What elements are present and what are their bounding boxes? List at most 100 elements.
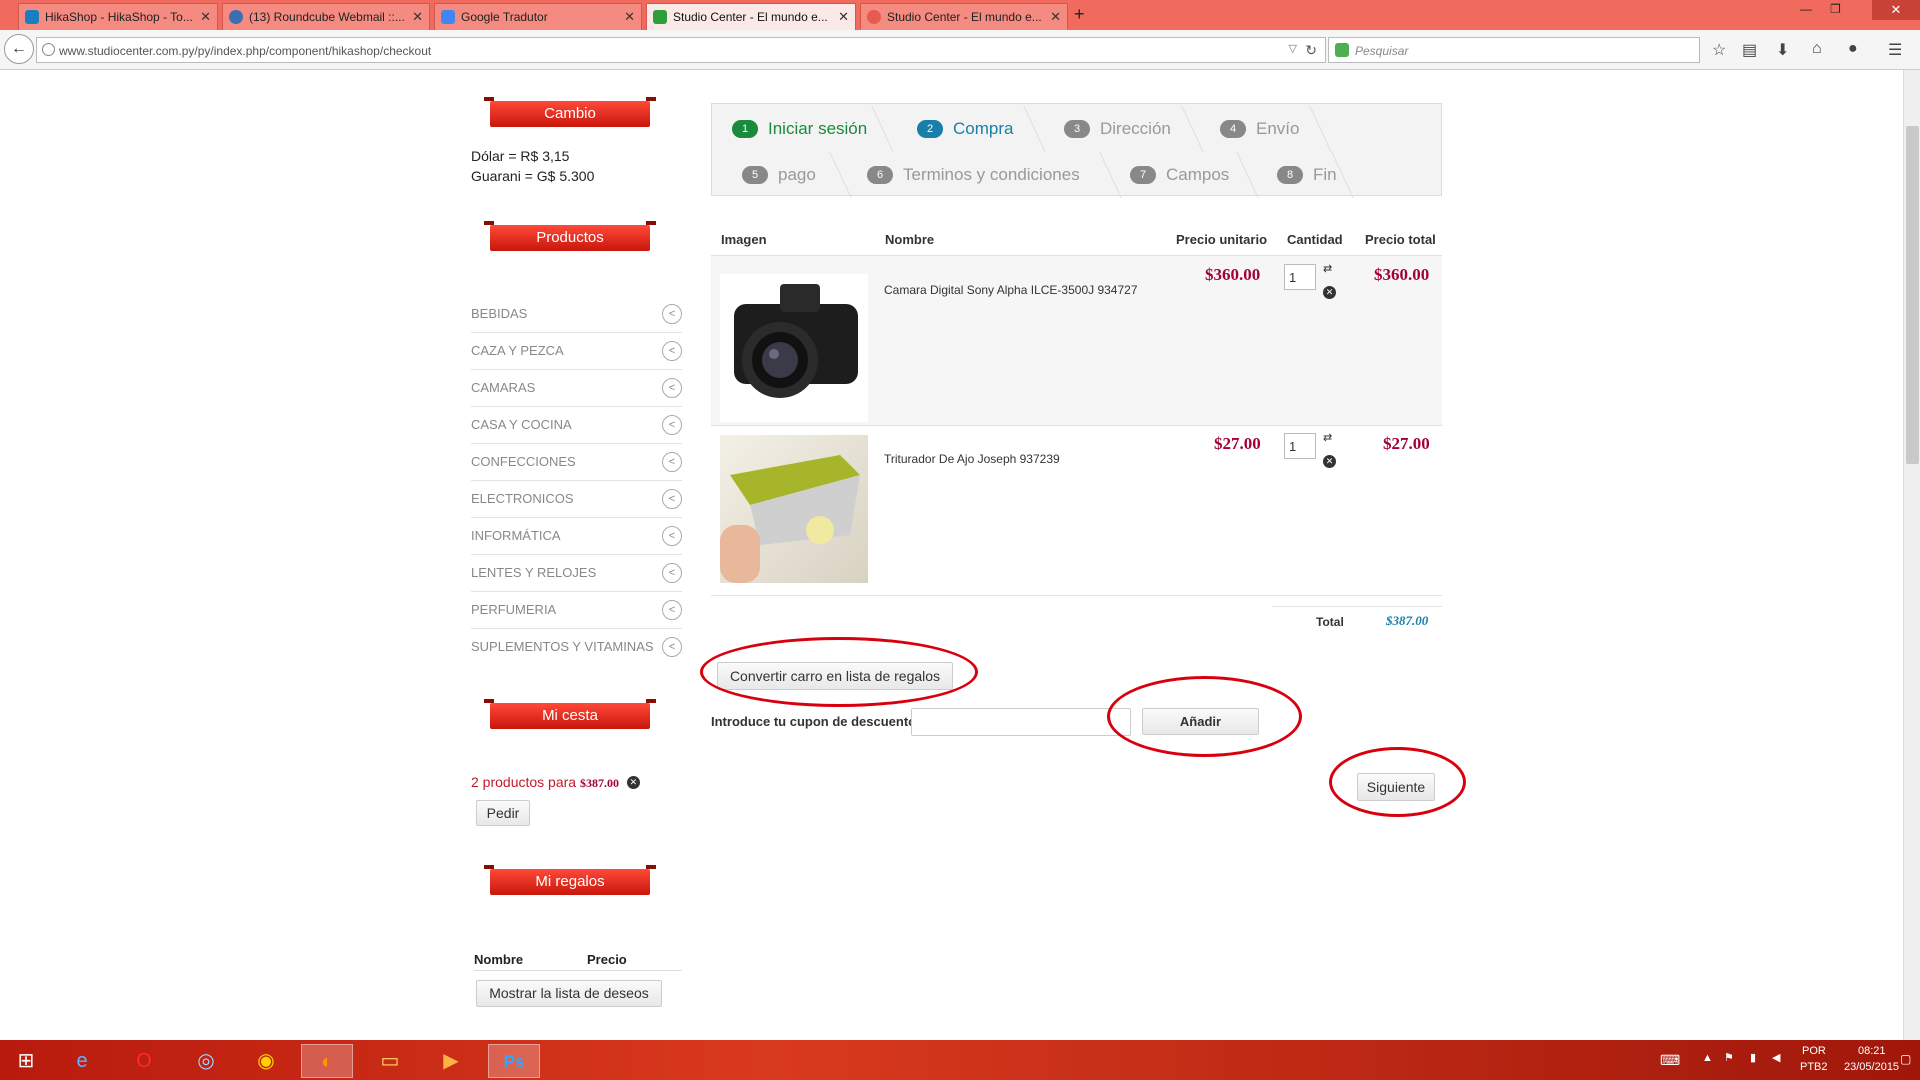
signal-icon[interactable]: ▮	[1750, 1051, 1756, 1064]
tab-label: HikaShop - HikaShop - To...	[45, 10, 193, 24]
address-bar[interactable]: www.studiocenter.com.py/py/index.php/com…	[36, 37, 1326, 63]
category-item[interactable]: ELECTRONICOS <	[471, 481, 682, 518]
firefox-icon[interactable]: ◐	[301, 1044, 353, 1078]
windows-taskbar: ⊞ e O ◎ ◉ ◐ ▭ ▶ Ps ⌨ ▲ ⚑ ▮ ◀ POR PTB2 08…	[0, 1040, 1920, 1080]
remove-item-icon[interactable]: ✕	[1323, 455, 1336, 468]
chevron-left-icon[interactable]: <	[662, 378, 682, 398]
chevron-left-icon[interactable]: <	[662, 563, 682, 583]
refresh-quantity-icon[interactable]: ⇄	[1323, 431, 1332, 444]
step-terminos[interactable]: 6 Terminos y condiciones	[867, 155, 1080, 195]
clock-date[interactable]: 23/05/2015	[1844, 1061, 1899, 1073]
volume-icon[interactable]: ◀	[1772, 1051, 1780, 1064]
download-icon[interactable]: ⬇	[1776, 40, 1789, 60]
chevron-down-icon[interactable]: ▽	[1289, 42, 1297, 55]
search-input[interactable]: Pesquisar	[1328, 37, 1700, 63]
menu-icon[interactable]: ☰	[1888, 40, 1902, 60]
category-item[interactable]: CAZA Y PEZCA <	[471, 333, 682, 370]
step-compra[interactable]: 2 Compra	[917, 109, 1013, 149]
tab-studio-center[interactable]: Studio Center - El mundo e... ✕	[860, 3, 1068, 30]
chevron-left-icon[interactable]: <	[662, 489, 682, 509]
product-image-camera[interactable]	[720, 274, 868, 422]
coupon-input[interactable]	[911, 708, 1131, 736]
category-item[interactable]: PERFUMERIA <	[471, 592, 682, 629]
chevron-left-icon[interactable]: <	[662, 341, 682, 361]
category-item[interactable]: BEBIDAS <	[471, 296, 682, 333]
total-value: $387.00	[1386, 613, 1429, 628]
checkout-steps: 1 Iniciar sesión 2 Compra 3 Dirección 4 Enví…	[711, 103, 1442, 198]
remove-cart-icon[interactable]: ✕	[626, 776, 640, 789]
header-precio-total: Precio total	[1365, 232, 1436, 247]
product-name[interactable]: Triturador De Ajo Joseph 937239	[884, 452, 1060, 466]
page-scrollbar[interactable]	[1903, 70, 1920, 1040]
tab-hikashop[interactable]: HikaShop - HikaShop - To... ✕	[18, 3, 218, 30]
product-name[interactable]: Camara Digital Sony Alpha ILCE-3500J 934…	[884, 283, 1138, 297]
refresh-quantity-icon[interactable]: ⇄	[1323, 262, 1332, 275]
category-item[interactable]: CONFECCIONES <	[471, 444, 682, 481]
step-label: Terminos y condiciones	[903, 165, 1080, 184]
step-direccion[interactable]: 3 Dirección	[1064, 109, 1171, 149]
chevron-left-icon[interactable]: <	[662, 526, 682, 546]
step-fin[interactable]: 8 Fin	[1277, 155, 1337, 195]
pedir-button[interactable]: Pedir	[476, 800, 530, 826]
reading-list-icon[interactable]: ▤	[1742, 40, 1757, 60]
camera-icon	[734, 284, 858, 398]
chevron-left-icon[interactable]: <	[662, 452, 682, 472]
keyboard-icon[interactable]: ⌨	[1660, 1052, 1680, 1069]
chevron-left-icon[interactable]: <	[662, 415, 682, 435]
product-image-garlic-press[interactable]	[720, 435, 868, 583]
scrollbar-thumb[interactable]	[1906, 126, 1919, 464]
category-item[interactable]: CASA Y COCINA <	[471, 407, 682, 444]
clock-time[interactable]: 08:21	[1858, 1045, 1886, 1057]
guarani-rate: Guarani = G$ 5.300	[471, 168, 595, 184]
chevron-left-icon[interactable]: <	[662, 637, 682, 657]
step-campos[interactable]: 7 Campos	[1130, 155, 1229, 195]
tab-google-tradutor[interactable]: Google Tradutor ✕	[434, 3, 642, 30]
windows-start-icon[interactable]: ⊞	[0, 1044, 52, 1078]
tab-studio-center-active[interactable]: Studio Center - El mundo e... ✕	[646, 3, 856, 30]
maximize-icon[interactable]: ❐	[1830, 2, 1841, 16]
opera-icon[interactable]: O	[118, 1044, 170, 1078]
remove-item-icon[interactable]: ✕	[1323, 286, 1336, 299]
total-price: $360.00	[1374, 265, 1430, 284]
regalos-col-nombre: Nombre	[474, 952, 524, 967]
close-icon[interactable]: ✕	[624, 9, 635, 25]
reload-icon[interactable]: ↻	[1305, 42, 1317, 59]
minimize-icon[interactable]: —	[1800, 2, 1812, 16]
quantity-input[interactable]: 1	[1284, 264, 1316, 290]
network-icon[interactable]: ⚑	[1724, 1051, 1734, 1064]
keyboard-layout-label[interactable]: PTB2	[1800, 1061, 1828, 1073]
category-item[interactable]: LENTES Y RELOJES <	[471, 555, 682, 592]
category-item[interactable]: SUPLEMENTOS Y VITAMINAS <	[471, 629, 682, 666]
category-item[interactable]: CAMARAS <	[471, 370, 682, 407]
cesta-summary: 2 productos para $387.00 ✕	[471, 774, 640, 791]
chevron-left-icon[interactable]: <	[662, 304, 682, 324]
notifications-icon[interactable]: ▢	[1900, 1052, 1911, 1066]
close-icon[interactable]: ✕	[412, 9, 423, 25]
chat-icon[interactable]: ●	[1848, 40, 1858, 58]
new-tab-icon[interactable]: +	[1074, 4, 1085, 25]
internet-explorer-icon[interactable]: e	[56, 1044, 108, 1078]
category-item[interactable]: INFORMÁTICA <	[471, 518, 682, 555]
safari-icon[interactable]: ◎	[180, 1044, 232, 1078]
back-arrow-icon[interactable]: ←	[4, 34, 34, 64]
window-close-icon[interactable]: ✕	[1872, 0, 1920, 20]
header-imagen: Imagen	[721, 232, 767, 247]
quantity-input[interactable]: 1	[1284, 433, 1316, 459]
tab-roundcube[interactable]: (13) Roundcube Webmail ::... ✕	[222, 3, 430, 30]
star-icon[interactable]: ☆	[1712, 40, 1726, 60]
file-explorer-icon[interactable]: ▭	[364, 1044, 416, 1078]
close-icon[interactable]: ✕	[838, 9, 849, 25]
photoshop-icon[interactable]: Ps	[488, 1044, 540, 1078]
language-label[interactable]: POR	[1802, 1045, 1826, 1057]
close-icon[interactable]: ✕	[1050, 9, 1061, 25]
chrome-icon[interactable]: ◉	[240, 1044, 292, 1078]
chevron-up-icon[interactable]: ▲	[1702, 1052, 1713, 1064]
close-icon[interactable]: ✕	[200, 9, 211, 25]
step-pago[interactable]: 5 pago	[742, 155, 816, 195]
media-player-icon[interactable]: ▶	[425, 1044, 477, 1078]
mostrar-lista-deseos-button[interactable]: Mostrar la lista de deseos	[476, 980, 662, 1007]
home-icon[interactable]: ⌂	[1812, 40, 1822, 58]
step-iniciar-sesion[interactable]: 1 Iniciar sesión	[732, 109, 867, 149]
step-envio[interactable]: 4 Envío	[1220, 109, 1299, 149]
chevron-left-icon[interactable]: <	[662, 600, 682, 620]
